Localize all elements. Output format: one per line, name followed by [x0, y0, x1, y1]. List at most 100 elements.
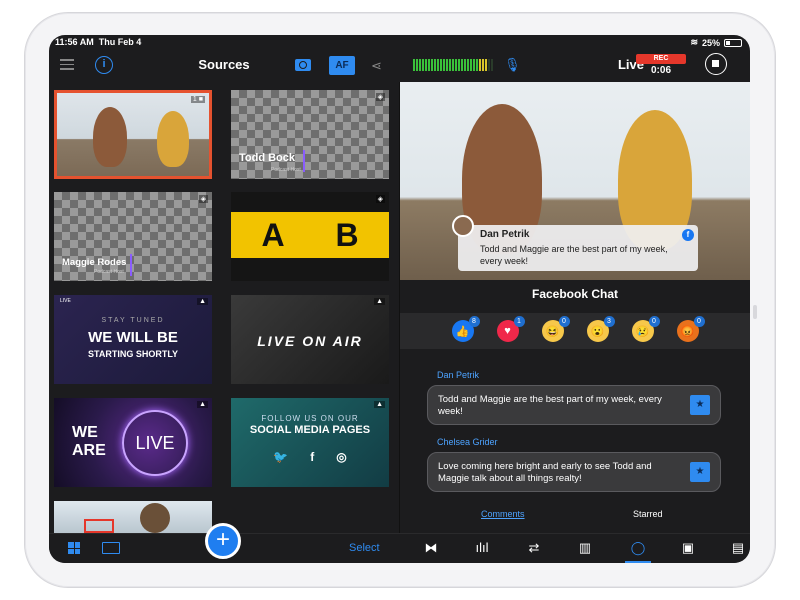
source-tile-todd-bock[interactable]: ◈ Todd Bock Podcast Host	[231, 90, 389, 179]
instagram-icon: ◎	[336, 450, 347, 464]
image-badge-icon: ▲	[374, 401, 385, 408]
lower-third-sub: Podcast Host	[94, 269, 124, 275]
reaction-count: 1	[513, 316, 525, 327]
stay-tuned-line2: STARTING SHORTLY	[87, 349, 178, 359]
image-badge-icon: ▲	[197, 401, 208, 408]
reaction-bar: 👍 8 ♥ 1 😆 0 😮 3 😢 0 😡 0	[400, 313, 750, 349]
social-small-text: FOLLOW US ON OUR	[261, 414, 359, 423]
battery-icon	[724, 38, 742, 47]
microphone-icon[interactable]: 🎙	[504, 57, 521, 73]
add-source-button[interactable]: +	[205, 523, 241, 559]
host-image	[93, 107, 127, 167]
source-tile-social-media[interactable]: ▲ FOLLOW US ON OUR SOCIAL MEDIA PAGES 🐦 …	[231, 398, 389, 487]
overlay-name: Dan Petrik	[480, 229, 530, 240]
stay-tuned-label: STAY TUNED	[101, 317, 165, 324]
facebook-icon: f	[682, 229, 694, 241]
live-ring-text: LIVE	[122, 410, 188, 476]
we-text: WE	[72, 424, 98, 441]
grid-view-icon[interactable]	[68, 542, 80, 554]
live-toolbar: 🎙 Live REC 0:06	[399, 49, 750, 81]
are-text: ARE	[72, 442, 106, 459]
bottom-bar: + Select ⧓ ılıl ⇄ ▥ ◯ ▣ ▤	[49, 523, 750, 563]
twitter-icon: 🐦	[273, 450, 289, 464]
source-tile-podcast[interactable]: 1 ■	[54, 90, 212, 179]
autofocus-button[interactable]: AF	[329, 56, 355, 75]
source-tile-we-are-live[interactable]: ▲ WE ARE LIVE	[54, 398, 212, 487]
facebook-icon: f	[310, 450, 315, 464]
like-icon[interactable]: 👍 8	[451, 316, 480, 342]
tab-comments[interactable]: Comments	[481, 509, 525, 519]
camera-badge-icon: 1 ■	[190, 96, 205, 103]
schedule-icon[interactable]: ▤	[729, 540, 747, 556]
ab-letter-a: A	[261, 217, 285, 253]
info-icon[interactable]: i	[95, 56, 113, 74]
reaction-count: 0	[693, 316, 705, 327]
star-button[interactable]: ★	[690, 395, 710, 415]
lower-third-name: Todd Bock	[239, 152, 296, 164]
image-badge-icon: ▲	[197, 298, 208, 305]
select-button[interactable]: Select	[349, 542, 380, 554]
social-big-text: SOCIAL MEDIA PAGES	[249, 424, 371, 436]
comment-bubble[interactable]: Todd and Maggie are the best part of my …	[427, 385, 721, 425]
cohost-image	[157, 111, 189, 167]
comment-overlay: Dan Petrik Todd and Maggie are the best …	[452, 215, 698, 271]
live-on-air-text: LIVE ON AIR	[257, 333, 363, 349]
haha-icon[interactable]: 😆 0	[541, 316, 570, 342]
chat-icon[interactable]: ◯	[629, 540, 647, 556]
sources-toolbar: i Sources AF ⋖	[49, 49, 399, 81]
share-icon[interactable]: ⋖	[371, 58, 385, 73]
star-button[interactable]: ★	[690, 462, 710, 482]
ab-letter-b: B	[335, 217, 359, 253]
audio-level-meter	[413, 59, 493, 71]
source-tile-maggie-rodes[interactable]: ◈ Maggie Rodes Podcast Host	[54, 192, 212, 281]
source-tile-ab[interactable]: ◈ A B	[231, 192, 389, 281]
audio-waveform-icon[interactable]: ılıl	[473, 540, 491, 556]
stop-button[interactable]	[705, 53, 727, 75]
guest-icon[interactable]: ▣	[679, 540, 697, 556]
image-badge-icon: ▲	[374, 298, 385, 305]
reaction-count: 0	[648, 316, 660, 327]
transition-icon[interactable]: ⧓	[422, 540, 440, 556]
status-time: 11:56 AM	[55, 37, 94, 47]
switch-icon[interactable]: ⇄	[525, 540, 543, 556]
status-date: Thu Feb 4	[98, 37, 142, 47]
microphone-image	[140, 503, 170, 533]
overlay-badge-icon: ◈	[198, 195, 208, 203]
comment-text: Love coming here bright and early to see…	[438, 461, 652, 484]
side-button	[753, 305, 757, 319]
sad-icon[interactable]: 😢 0	[631, 316, 660, 342]
source-tile-partial[interactable]	[54, 501, 212, 533]
reaction-count: 8	[468, 316, 480, 327]
avatar	[452, 215, 474, 237]
stay-tuned-line1: WE WILL BE	[88, 329, 178, 346]
stats-icon[interactable]: ▥	[576, 540, 594, 556]
wifi-icon: ≋	[690, 37, 698, 47]
camera-icon[interactable]	[295, 59, 311, 71]
battery-percent: 25%	[701, 37, 720, 48]
source-tile-stay-tuned[interactable]: ▲ LIVE STAY TUNED WE WILL BE STARTING SH…	[54, 295, 212, 384]
wow-icon[interactable]: 😮 3	[586, 316, 615, 342]
live-preview: Dan Petrik Todd and Maggie are the best …	[400, 82, 750, 280]
live-badge: LIVE	[60, 298, 71, 304]
comment-bubble[interactable]: Love coming here bright and early to see…	[427, 452, 721, 492]
lower-third-sub: Podcast Host	[271, 167, 301, 173]
lower-third-name: Maggie Rodes	[62, 257, 127, 268]
sources-title: Sources	[198, 57, 250, 72]
overlay-text: Todd and Maggie are the best part of my …	[480, 244, 668, 266]
status-bar: 11:56 AM Thu Feb 4 ≋ 25%	[49, 35, 750, 49]
overlay-badge-icon: ◈	[375, 93, 385, 101]
comment-text: Todd and Maggie are the best part of my …	[438, 394, 662, 417]
overlay-badge-icon: ◈	[375, 195, 385, 203]
comment-author: Dan Petrik	[437, 370, 480, 380]
rec-badge: REC	[636, 54, 686, 64]
tab-starred[interactable]: Starred	[633, 509, 663, 519]
app-screen: 11:56 AM Thu Feb 4 ≋ 25% i Sources AF ⋖ 🎙…	[49, 35, 750, 563]
chat-title: Facebook Chat	[531, 287, 618, 301]
angry-icon[interactable]: 😡 0	[676, 316, 705, 342]
source-tile-live-on-air[interactable]: ▲ LIVE ON AIR	[231, 295, 389, 384]
layout-icon[interactable]	[102, 542, 120, 554]
love-icon[interactable]: ♥ 1	[496, 316, 525, 342]
reaction-count: 3	[603, 316, 615, 327]
reaction-count: 0	[558, 316, 570, 327]
menu-icon[interactable]	[60, 59, 74, 70]
